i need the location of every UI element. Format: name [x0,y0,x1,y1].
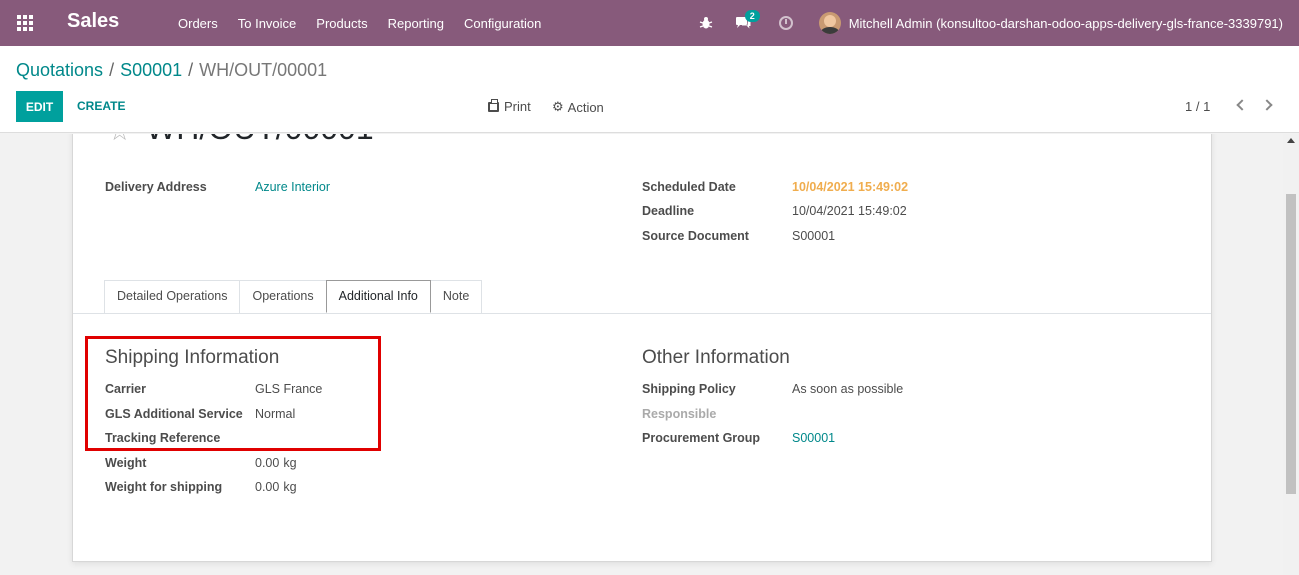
notebook-tabs: Detailed Operations Operations Additiona… [104,280,483,313]
vertical-scrollbar[interactable] [1283,134,1299,575]
user-avatar[interactable] [818,12,841,34]
menu-configuration[interactable]: Configuration [464,16,541,31]
action-label: Action [567,99,604,115]
chevron-right-icon [1261,99,1273,111]
weight-shipping-number: 0.00 [255,480,280,494]
scroll-up-arrow-icon[interactable] [1287,138,1295,143]
breadcrumb-quotations[interactable]: Quotations [16,60,103,80]
tabs-divider [73,313,1211,314]
weight-value: 0.00 kg [255,456,297,470]
other-information-title: Other Information [642,347,790,368]
tab-detailed-operations[interactable]: Detailed Operations [104,280,241,313]
activity-clock-icon[interactable] [778,16,793,30]
pager-previous-button[interactable] [1234,98,1248,112]
weight-for-shipping-value: 0.00 kg [255,480,297,494]
print-label: Print [504,99,531,114]
pager-next-button[interactable] [1261,98,1276,112]
deadline-value: 10/04/2021 15:49:02 [792,204,907,218]
breadcrumb-separator: / [188,60,194,80]
delivery-address-link[interactable]: Azure Interior [255,180,330,194]
scheduled-date-value: 10/04/2021 15:49:02 [792,180,909,194]
form-view: ☆ WH/OUT/00001 Delivery Address Azure In… [0,134,1283,575]
weight-label: Weight [105,456,147,470]
weight-shipping-unit: kg [283,480,297,494]
print-button[interactable]: Print [488,98,531,114]
menu-orders[interactable]: Orders [178,16,218,31]
weight-number: 0.00 [255,456,280,470]
deadline-label: Deadline [642,204,695,218]
systray: 2 Mitchell Admin (konsultoo-darshan-odoo… [699,0,1283,46]
tab-operations[interactable]: Operations [239,280,327,313]
shipping-policy-label: Shipping Policy [642,382,736,396]
gear-icon: ⚙ [552,99,564,114]
chevron-left-icon [1236,99,1248,111]
pager-value[interactable]: 1 / 1 [1185,99,1210,114]
app-brand[interactable]: Sales [67,10,119,33]
responsible-label: Responsible [642,407,717,421]
control-panel: Quotations / S00001/WH/OUT/00001 EDIT CREA… [0,46,1299,133]
breadcrumb-separator: / [109,60,115,80]
weight-unit: kg [283,456,297,470]
tab-note[interactable]: Note [429,280,483,313]
star-icon[interactable]: ☆ [108,134,131,147]
printer-icon [488,98,499,112]
chat-messages-icon[interactable]: 2 [735,10,760,30]
breadcrumb-order[interactable]: S00001 [120,60,182,80]
create-button[interactable]: CREATE [77,99,125,113]
breadcrumb: Quotations / S00001/WH/OUT/00001 [16,60,327,81]
chat-count-badge: 2 [744,10,760,22]
shipping-policy-value: As soon as possible [792,382,904,396]
record-title: WH/OUT/00001 [146,134,374,147]
source-document-value: S00001 [792,229,836,243]
weight-for-shipping-label: Weight for shipping [105,480,223,494]
procurement-group-label: Procurement Group [642,431,761,445]
apps-menu-icon[interactable] [17,15,33,31]
top-navbar: Sales Orders To Invoice Products Reporti… [0,0,1299,46]
highlight-box [85,336,381,451]
action-button[interactable]: ⚙ Action [552,99,604,115]
scroll-thumb[interactable] [1286,194,1296,494]
tab-additional-info[interactable]: Additional Info [325,280,431,313]
edit-button[interactable]: EDIT [16,91,63,122]
menu-products[interactable]: Products [316,16,367,31]
main-menu: Orders To Invoice Products Reporting Con… [178,0,561,46]
menu-to-invoice[interactable]: To Invoice [238,16,297,31]
debug-bug-icon[interactable] [699,16,713,30]
user-menu-name[interactable]: Mitchell Admin (konsultoo-darshan-odoo-a… [849,16,1283,31]
menu-reporting[interactable]: Reporting [388,16,444,31]
scheduled-date-label: Scheduled Date [642,180,736,194]
delivery-address-label: Delivery Address [105,180,207,194]
source-document-label: Source Document [642,229,749,243]
procurement-group-link[interactable]: S00001 [792,431,835,445]
breadcrumb-current: WH/OUT/00001 [199,60,328,80]
